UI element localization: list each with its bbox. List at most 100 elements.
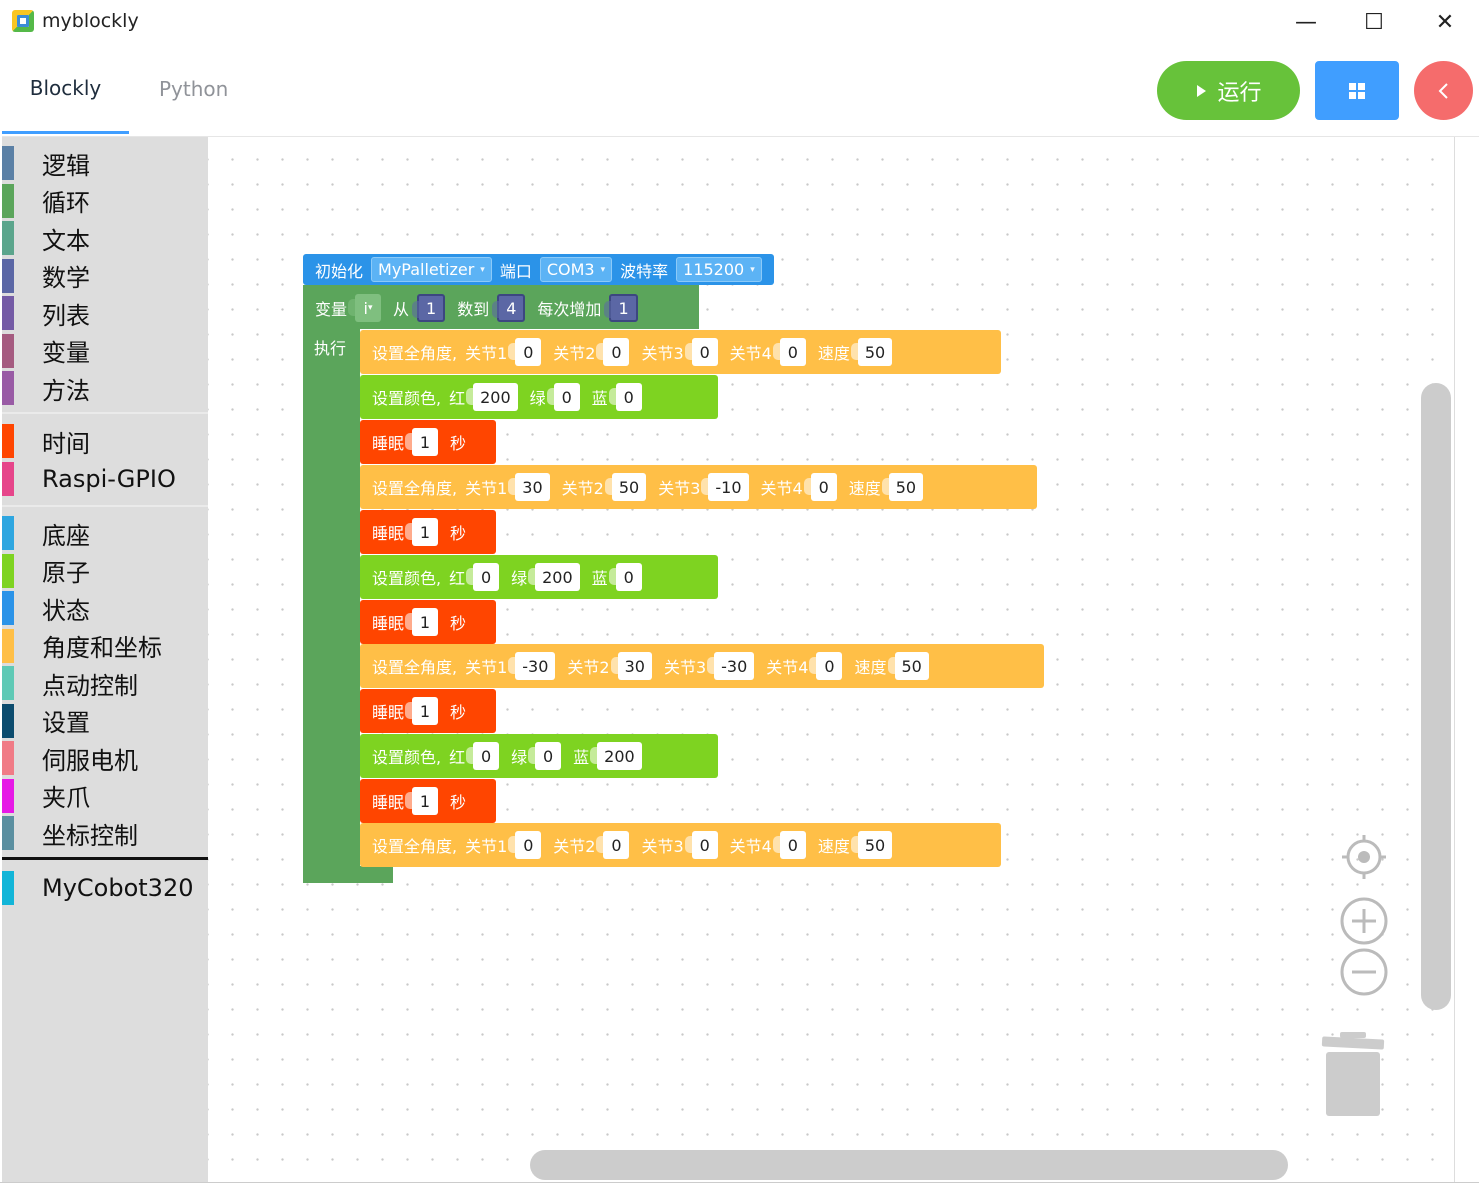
toolbox-category[interactable]: 列表 — [2, 295, 208, 331]
j1-label: 关节1 — [465, 837, 508, 856]
speed-input[interactable]: 50 — [850, 338, 893, 366]
tab-blockly[interactable]: Blockly — [2, 44, 129, 134]
g-input[interactable]: 0 — [546, 383, 580, 411]
port-value: COM3 — [546, 260, 595, 279]
port-dropdown[interactable]: COM3 ▾ — [539, 257, 613, 282]
sleep-block[interactable]: 睡眠 1 秒 — [360, 510, 496, 554]
toolbox-category[interactable]: 变量 — [2, 333, 208, 369]
j2-input[interactable]: 0 — [596, 338, 630, 366]
j3-input[interactable]: 0 — [684, 338, 718, 366]
j2-input[interactable]: 0 — [596, 831, 630, 859]
j2-input[interactable]: 50 — [604, 473, 647, 501]
g-input[interactable]: 0 — [528, 742, 562, 770]
toolbox-category[interactable]: 设置 — [2, 703, 208, 739]
zoom-out-icon[interactable] — [1340, 948, 1388, 996]
j3-label: 关节3 — [658, 479, 701, 498]
minimize-button[interactable]: — — [1276, 4, 1336, 40]
grid-button[interactable] — [1315, 61, 1399, 120]
j2-label: 关节2 — [553, 837, 596, 856]
target-icon[interactable] — [1340, 833, 1388, 881]
j3-label: 关节3 — [663, 658, 707, 677]
close-button[interactable]: ✕ — [1415, 4, 1475, 40]
j1-input[interactable]: 0 — [508, 338, 542, 366]
j1-input[interactable]: -30 — [508, 652, 556, 680]
category-color-swatch — [2, 461, 14, 496]
j4-input[interactable]: 0 — [809, 652, 843, 680]
back-button[interactable] — [1414, 61, 1473, 120]
zoom-in-icon[interactable] — [1340, 897, 1388, 945]
trash-icon[interactable] — [1318, 1030, 1388, 1120]
j4-input[interactable]: 0 — [803, 473, 837, 501]
b-input[interactable]: 0 — [608, 383, 642, 411]
toolbox-category[interactable]: Raspi-GPIO — [2, 461, 208, 497]
j2-label: 关节2 — [561, 479, 604, 498]
r-input[interactable]: 0 — [466, 563, 500, 591]
toolbox-category[interactable]: 底座 — [2, 515, 208, 551]
sleep-block[interactable]: 睡眠 1 秒 — [360, 600, 496, 644]
j4-input[interactable]: 0 — [772, 338, 806, 366]
sleep-block[interactable]: 睡眠 1 秒 — [360, 779, 496, 823]
b-input[interactable]: 0 — [608, 563, 642, 591]
sleep-seconds-input[interactable]: 1 — [405, 697, 439, 725]
toolbox-category[interactable]: 角度和坐标 — [2, 628, 208, 664]
toolbox-category[interactable]: MyCobot320 — [2, 870, 208, 906]
sleep-seconds-input[interactable]: 1 — [405, 608, 439, 636]
sleep-block[interactable]: 睡眠 1 秒 — [360, 420, 496, 464]
toolbox-category[interactable]: 循环 — [2, 183, 208, 219]
speed-input[interactable]: 50 — [850, 831, 893, 859]
vertical-scrollbar[interactable] — [1421, 383, 1451, 1010]
toolbox-category[interactable]: 数学 — [2, 258, 208, 294]
r-input[interactable]: 200 — [466, 383, 518, 411]
toolbox-category[interactable]: 逻辑 — [2, 145, 208, 181]
play-icon — [1197, 84, 1207, 97]
angles-block[interactable]: 设置全角度, 关节1 0 关节2 0 关节3 0 关节4 0 速度 50 — [360, 330, 1001, 374]
angles-block[interactable]: 设置全角度, 关节1 30 关节2 50 关节3 -10 关节4 0 速度 50 — [360, 465, 1037, 509]
loop-to-input[interactable]: 4 — [492, 294, 526, 322]
sleep-seconds-input[interactable]: 1 — [405, 787, 439, 815]
port-label: 端口 — [499, 261, 532, 281]
speed-input[interactable]: 50 — [887, 652, 929, 680]
color-block[interactable]: 设置颜色, 红 0 绿 0 蓝 200 — [360, 734, 718, 778]
j3-input[interactable]: -10 — [701, 473, 749, 501]
color-block[interactable]: 设置颜色, 红 0 绿 200 蓝 0 — [360, 555, 718, 599]
maximize-button[interactable]: ☐ — [1344, 4, 1404, 40]
horizontal-scrollbar[interactable] — [530, 1150, 1288, 1180]
loop-step-input[interactable]: 1 — [604, 294, 638, 322]
device-dropdown[interactable]: MyPalletizer ▾ — [371, 257, 492, 282]
toolbox-category[interactable]: 夹爪 — [2, 778, 208, 814]
toolbox-category[interactable]: 坐标控制 — [2, 815, 208, 851]
baud-dropdown[interactable]: 115200 ▾ — [676, 257, 762, 282]
angles-label: 设置全角度, — [372, 479, 458, 498]
loop-from-input[interactable]: 1 — [411, 294, 446, 322]
j4-input[interactable]: 0 — [772, 831, 806, 859]
angles-block[interactable]: 设置全角度, 关节1 -30 关节2 30 关节3 -30 关节4 0 速度 50 — [360, 644, 1044, 688]
j1-input[interactable]: 0 — [508, 831, 542, 859]
r-input[interactable]: 0 — [466, 742, 500, 770]
init-block[interactable]: 初始化 MyPalletizer ▾ 端口 COM3 ▾ 波特率 115200 ▾ — [303, 254, 774, 285]
baud-value: 115200 — [683, 260, 745, 279]
tab-python[interactable]: Python — [159, 44, 228, 134]
j3-input[interactable]: -30 — [707, 652, 755, 680]
angles-block[interactable]: 设置全角度, 关节1 0 关节2 0 关节3 0 关节4 0 速度 50 — [360, 823, 1001, 867]
sleep-seconds-input[interactable]: 1 — [405, 518, 439, 546]
color-block[interactable]: 设置颜色, 红 200 绿 0 蓝 0 — [360, 375, 718, 419]
loop-var-dropdown[interactable]: i ▾ — [348, 294, 382, 322]
toolbox-category[interactable]: 方法 — [2, 370, 208, 406]
run-button[interactable]: 运行 — [1157, 61, 1300, 120]
j1-input[interactable]: 30 — [508, 473, 550, 501]
toolbox-category[interactable]: 原子 — [2, 553, 208, 589]
g-input[interactable]: 200 — [528, 563, 580, 591]
sleep-block[interactable]: 睡眠 1 秒 — [360, 689, 496, 733]
toolbox-category[interactable]: 状态 — [2, 590, 208, 626]
toolbox-category[interactable]: 文本 — [2, 220, 208, 256]
b-input[interactable]: 200 — [590, 742, 642, 770]
speed-input[interactable]: 50 — [881, 473, 924, 501]
j3-input[interactable]: 0 — [684, 831, 718, 859]
sleep-label: 睡眠 — [372, 614, 405, 633]
sleep-seconds-input[interactable]: 1 — [405, 428, 439, 456]
j2-input[interactable]: 30 — [610, 652, 652, 680]
loop-from-label: 从 — [393, 300, 410, 319]
toolbox-category[interactable]: 点动控制 — [2, 665, 208, 701]
toolbox-category[interactable]: 伺服电机 — [2, 740, 208, 776]
toolbox-category[interactable]: 时间 — [2, 423, 208, 459]
